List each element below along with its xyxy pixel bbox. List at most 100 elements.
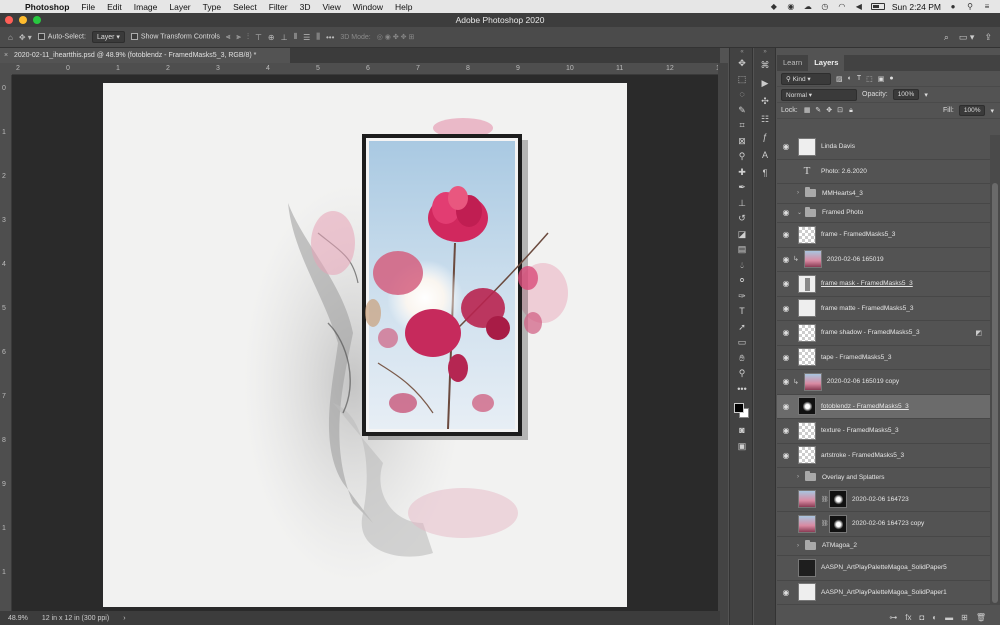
healing-brush-tool-icon[interactable]: ✚ [730, 165, 754, 181]
layer-thumbnail[interactable] [798, 137, 816, 156]
crop-tool-icon[interactable]: ⌗ [730, 118, 754, 134]
spotlight-icon[interactable]: ⚲ [965, 2, 975, 11]
volume-icon[interactable]: ◀ [854, 2, 864, 11]
filter-pixel-icon[interactable]: ▨ [836, 75, 843, 83]
layer-row[interactable]: ◉ ↳ 2020-02-06 165019 copy [777, 370, 990, 395]
layer-row[interactable]: ◉ artstroke - FramedMasks5_3 [777, 444, 990, 468]
layer-thumbnail[interactable] [798, 225, 816, 244]
visibility-eye-icon[interactable]: ◉ [777, 328, 795, 337]
clone-stamp-tool-icon[interactable]: ⊥ [730, 196, 754, 212]
filter-toggle-icon[interactable]: ● [889, 75, 893, 82]
align-bottom-icon[interactable]: ⊥ [281, 33, 288, 42]
layer-name[interactable]: Photo: 2.6.2020 [821, 168, 867, 175]
layer-name[interactable]: frame mask - FramedMasks5_3 [821, 280, 913, 287]
toolbar-collapse-icon[interactable]: « [730, 48, 754, 56]
opacity-dropdown-icon[interactable]: ▾ [924, 91, 928, 99]
filter-type-icon[interactable]: T [857, 75, 861, 82]
color-swatches[interactable] [730, 397, 752, 423]
canvas-area[interactable] [12, 75, 718, 611]
layer-thumbnail[interactable] [798, 583, 816, 602]
layer-thumbnail[interactable] [798, 558, 816, 577]
new-group-icon[interactable]: ▬ [945, 613, 953, 622]
align-center-icon[interactable]: ⫸ [236, 32, 241, 42]
align-middle-icon[interactable]: ⊕ [268, 33, 275, 42]
layer-name[interactable]: 2020-02-06 164723 copy [852, 520, 924, 527]
layer-thumbnail[interactable] [798, 490, 816, 509]
smart-filter-icon[interactable]: ◩ [975, 329, 982, 337]
marquee-tool-icon[interactable]: ⬚ [730, 72, 754, 88]
visibility-eye-icon[interactable]: ◉ [777, 495, 795, 504]
eraser-tool-icon[interactable]: ◪ [730, 227, 754, 243]
visibility-eye-icon[interactable]: ◉ [777, 167, 795, 176]
adjustments-panel-icon[interactable]: ✣ [754, 92, 776, 110]
3d-orbit-icon[interactable]: ◎ ◉ ✤ ✥ ⊞ [377, 33, 415, 41]
visibility-eye-icon[interactable]: ◉ [777, 402, 795, 411]
layer-group-row[interactable]: ◉ ⌄ Framed Photo [777, 204, 990, 223]
layer-name[interactable]: artstroke - FramedMasks5_3 [821, 452, 904, 459]
visibility-eye-icon[interactable]: ◉ [777, 563, 795, 572]
layer-thumbnail[interactable] [798, 348, 816, 367]
zoom-level[interactable]: 48.9% [8, 615, 28, 622]
layer-name[interactable]: Overlay and Splatters [822, 474, 885, 481]
menu-window[interactable]: Window [348, 2, 390, 12]
zoom-window-button[interactable] [33, 16, 41, 24]
layer-thumbnail[interactable] [798, 421, 816, 440]
paragraph-panel-icon[interactable]: ¶ [754, 164, 776, 182]
dodge-tool-icon[interactable]: ⚪︎ [730, 273, 754, 289]
layer-row[interactable]: ◉ AASPN_ArtPlayPaletteMagoa_SolidPaper1 [777, 581, 990, 605]
visibility-eye-icon[interactable]: ◉ [777, 142, 795, 151]
auto-select-dropdown[interactable]: Layer ▾ [91, 31, 125, 43]
layer-name[interactable]: fotoblendz - FramedMasks5_3 [821, 403, 909, 410]
menu-filter[interactable]: Filter [264, 2, 295, 12]
layer-row[interactable]: ◉ frame matte - FramedMasks5_3 [777, 297, 990, 321]
share-icon[interactable]: ⇪ [984, 32, 992, 43]
character-panel-icon[interactable]: A [754, 146, 776, 164]
brush-tool-icon[interactable]: ✒ [730, 180, 754, 196]
layer-name[interactable]: 2020-02-06 164723 [852, 496, 909, 503]
tab-layers[interactable]: Layers [808, 55, 845, 71]
layer-row[interactable]: ◉ frame - FramedMasks5_3 [777, 223, 990, 248]
menu-layer[interactable]: Layer [164, 2, 197, 12]
frame-tool-icon[interactable]: ⊠ [730, 134, 754, 150]
quick-select-tool-icon[interactable]: ✎ [730, 103, 754, 119]
layer-name[interactable]: frame matte - FramedMasks5_3 [821, 305, 913, 312]
eye-status-icon[interactable]: ◉ [786, 2, 796, 11]
quick-mask-icon[interactable]: ◙ [730, 423, 754, 439]
lock-image-icon[interactable]: ✎ [814, 106, 823, 114]
layer-row[interactable]: ◉T Photo: 2.6.2020 [777, 160, 990, 184]
blend-mode-dropdown[interactable]: Normal ▾ [781, 88, 857, 101]
filter-kind-dropdown[interactable]: ⚲ Kind ▾ [781, 72, 831, 85]
distribute-icon[interactable]: ⦀ [294, 32, 298, 42]
menu-photoshop[interactable]: Photoshop [20, 2, 76, 12]
layer-name[interactable]: Framed Photo [822, 209, 863, 216]
layer-name[interactable]: AASPN_ArtPlayPaletteMagoa_SolidPaper5 [821, 564, 947, 571]
auto-select-checkbox[interactable]: Auto-Select: [37, 33, 86, 41]
layer-name[interactable]: frame shadow - FramedMasks5_3 [821, 329, 920, 336]
layer-thumbnail[interactable] [803, 250, 822, 269]
foreground-color-swatch[interactable] [734, 403, 744, 413]
close-doc-icon[interactable]: × [4, 48, 8, 63]
layer-group-row[interactable]: ◉› Overlay and Splatters [777, 468, 990, 488]
show-transform-checkbox[interactable]: Show Transform Controls [130, 33, 220, 41]
layer-name[interactable]: frame - FramedMasks5_3 [821, 231, 895, 238]
lock-artboard-icon[interactable]: ⊡ [836, 106, 845, 114]
layer-name[interactable]: ATMagoa_2 [822, 542, 857, 549]
new-layer-icon[interactable]: ⊞ [961, 613, 968, 622]
visibility-eye-icon[interactable]: ◉ [777, 189, 795, 198]
menu-type[interactable]: Type [198, 2, 228, 12]
align-left-icon[interactable]: ⫷ [226, 32, 231, 42]
menu-view[interactable]: View [317, 2, 347, 12]
chevron-right-icon[interactable]: › [797, 543, 805, 549]
layer-row[interactable]: ◉ AASPN_ArtPlayPaletteMagoa_SolidPaper5 [777, 556, 990, 581]
tab-learn[interactable]: Learn [777, 55, 808, 71]
canvas-vertical-scrollbar[interactable] [718, 63, 728, 625]
menu-clock[interactable]: Sun 2:24 PM [892, 2, 941, 12]
type-layer-icon[interactable]: T [798, 162, 816, 180]
status-menu-arrow[interactable]: › [123, 615, 125, 622]
gradient-tool-icon[interactable]: ▤ [730, 242, 754, 258]
layer-group-row[interactable]: ◉› MMHearts4_3 [777, 184, 990, 204]
lock-all-icon[interactable]: 🔒︎ [847, 107, 856, 115]
filter-smart-object-icon[interactable]: ▣ [878, 75, 885, 83]
visibility-eye-icon[interactable]: ◉ [777, 353, 795, 362]
layer-thumbnail[interactable] [798, 397, 816, 416]
